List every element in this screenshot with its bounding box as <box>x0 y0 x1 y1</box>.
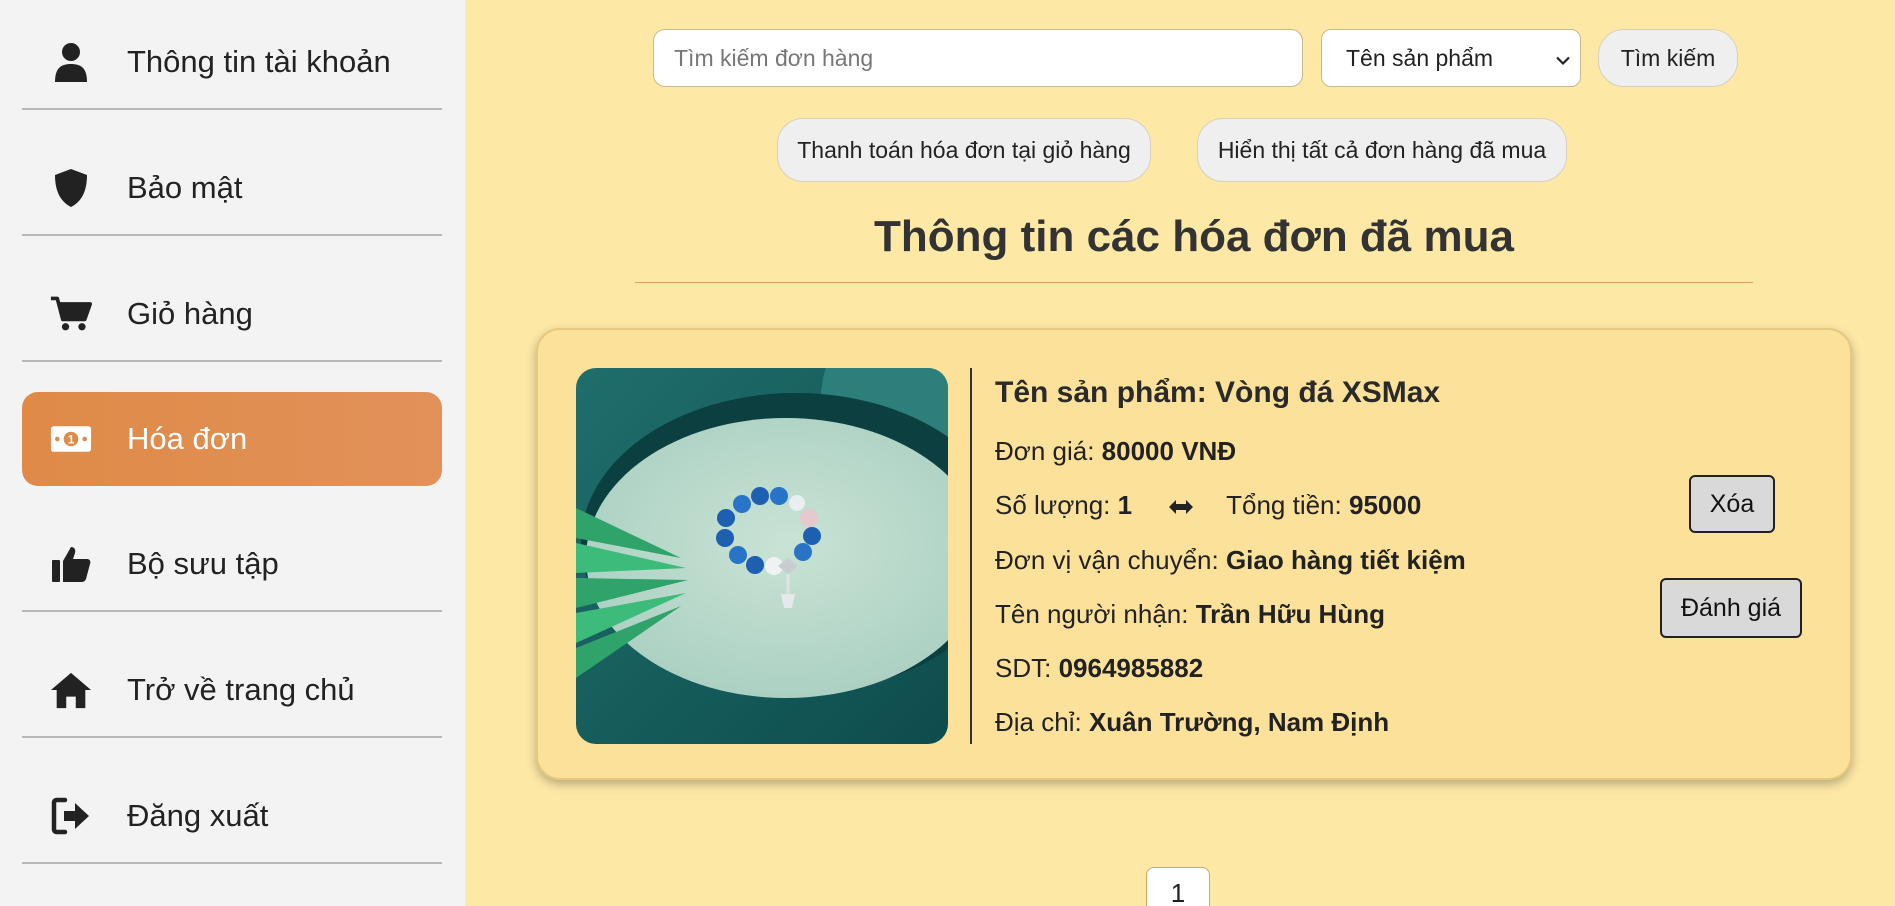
page-title: Thông tin các hóa đơn đã mua <box>874 212 1514 261</box>
address-value: Xuân Trường, Nam Định <box>1088 707 1390 737</box>
sidebar-item-security[interactable]: Bảo mật <box>22 142 442 236</box>
search-input[interactable] <box>653 29 1303 87</box>
search-button[interactable]: Tìm kiếm <box>1598 29 1738 87</box>
unit-price-row: Đơn giá: 80000 VNĐ <box>995 436 1237 466</box>
sidebar-item-label: Giỏ hàng <box>127 296 253 331</box>
pay-at-cart-button[interactable]: Thanh toán hóa đơn tại giỏ hàng <box>777 118 1151 182</box>
sidebar-item-label: Đăng xuất <box>127 798 269 833</box>
money-bill-icon: 1 <box>50 418 92 460</box>
sidebar-item-collection[interactable]: Bộ sưu tập <box>22 518 442 612</box>
shield-icon <box>50 167 92 209</box>
product-image <box>576 368 948 744</box>
main-content: Tên sản phẩm Tìm kiếm Thanh toán hóa đơn… <box>495 0 1895 906</box>
cart-icon <box>50 293 92 335</box>
card-divider <box>970 368 972 744</box>
phone-row: SDT: 0964985882 <box>995 653 1204 683</box>
sidebar-item-logout[interactable]: Đăng xuất <box>22 770 442 864</box>
receiver-row: Tên người nhận: Trần Hữu Hùng <box>995 599 1385 629</box>
review-button[interactable]: Đánh giá <box>1660 578 1802 638</box>
quantity-value: 1 <box>1117 490 1133 520</box>
shipping-value: Giao hàng tiết kiệm <box>1225 545 1466 575</box>
sidebar-item-label: Trở về trang chủ <box>127 672 355 707</box>
order-card: Tên sản phẩm: Vòng đá XSMax Đơn giá: 800… <box>536 328 1852 780</box>
sidebar-item-label: Bảo mật <box>127 170 243 205</box>
chevron-down-icon <box>1556 45 1570 72</box>
unit-price: 80000 VNĐ <box>1101 436 1237 466</box>
delete-button[interactable]: Xóa <box>1689 475 1775 533</box>
sidebar-item-cart[interactable]: Giỏ hàng <box>22 268 442 362</box>
address-row: Địa chỉ: Xuân Trường, Nam Định <box>995 707 1390 737</box>
sidebar-item-label: Bộ sưu tập <box>127 546 279 581</box>
show-all-orders-button[interactable]: Hiển thị tất cả đơn hàng đã mua <box>1197 118 1567 182</box>
phone-value: 0964985882 <box>1058 653 1204 683</box>
sidebar-item-label: Hóa đơn <box>127 421 248 456</box>
receiver-value: Trần Hữu Hùng <box>1195 599 1385 629</box>
pagination-page-1[interactable]: 1 <box>1146 867 1210 906</box>
thumbs-up-icon <box>50 543 92 585</box>
sidebar: Thông tin tài khoản Bảo mật Giỏ hàng 1 H… <box>0 0 465 906</box>
sidebar-item-account-info[interactable]: Thông tin tài khoản <box>22 16 442 110</box>
search-filter-select[interactable]: Tên sản phẩm <box>1321 29 1581 87</box>
arrows-h-icon <box>1169 490 1194 521</box>
sidebar-item-invoices[interactable]: 1 Hóa đơn <box>22 392 442 486</box>
product-name: Vòng đá XSMax <box>1215 376 1441 409</box>
total-value: 95000 <box>1348 490 1422 520</box>
sidebar-item-label: Thông tin tài khoản <box>127 44 391 79</box>
search-filter-value: Tên sản phẩm <box>1346 44 1494 71</box>
logout-icon <box>50 795 92 837</box>
home-icon <box>50 669 92 711</box>
title-divider <box>635 282 1753 283</box>
svg-text:1: 1 <box>68 433 75 447</box>
quantity-total-row: Số lượng: 1 Tổng tiền: 95000 <box>995 490 1422 521</box>
sidebar-item-home[interactable]: Trở về trang chủ <box>22 644 442 738</box>
user-icon <box>50 41 92 83</box>
shipping-row: Đơn vị vận chuyển: Giao hàng tiết kiệm <box>995 545 1466 575</box>
product-name-row: Tên sản phẩm: Vòng đá XSMax <box>995 376 1441 409</box>
